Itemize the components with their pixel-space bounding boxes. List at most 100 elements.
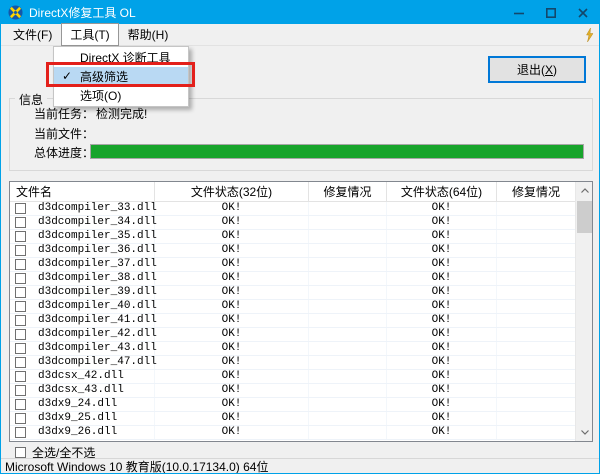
file-name: d3dcompiler_40.dll [38,300,157,312]
status-64bit: OK! [387,426,497,439]
fix-32bit [309,412,387,425]
status-64bit: OK! [387,216,497,229]
status-32bit: OK! [155,398,309,411]
row-checkbox[interactable] [15,357,26,368]
row-checkbox[interactable] [15,371,26,382]
window-controls [503,1,599,24]
scrollbar-down-button[interactable] [576,424,593,441]
status-64bit: OK! [387,412,497,425]
row-checkbox[interactable] [15,399,26,410]
row-checkbox[interactable] [15,413,26,424]
table-row[interactable]: d3dcsx_42.dll OK! OK! [10,370,575,384]
menu-bar: 文件(F) 工具(T) 帮助(H) [1,23,599,46]
file-table-body: d3dcompiler_33.dll OK! OK! d3dcompiler_3… [10,202,575,440]
row-checkbox[interactable] [15,273,26,284]
file-name: d3dx9_24.dll [38,398,118,410]
table-row[interactable]: d3dx9_24.dll OK! OK! [10,398,575,412]
donate-icon[interactable] [584,27,595,43]
file-name: d3dx9_26.dll [38,426,118,438]
table-row[interactable]: d3dcompiler_36.dll OK! OK! [10,244,575,258]
table-row[interactable]: d3dx9_26.dll OK! OK! [10,426,575,440]
status-32bit: OK! [155,384,309,397]
status-32bit: OK! [155,272,309,285]
row-checkbox[interactable] [15,245,26,256]
menu-item-options[interactable]: 选项(O) [54,86,188,105]
menu-tools[interactable]: 工具(T) [61,23,119,46]
menu-item-advanced-filter[interactable]: ✓ 高级筛选 [54,67,188,86]
current-task-value: 检测完成! [96,106,148,121]
file-name: d3dcompiler_38.dll [38,272,157,284]
table-row[interactable]: d3dx9_25.dll OK! OK! [10,412,575,426]
col-header-fix64[interactable]: 修复情况 [497,182,575,201]
status-64bit: OK! [387,230,497,243]
menu-help[interactable]: 帮助(H) [119,23,178,46]
row-checkbox[interactable] [15,329,26,340]
table-row[interactable]: d3dcompiler_41.dll OK! OK! [10,314,575,328]
row-checkbox[interactable] [15,315,26,326]
table-row[interactable]: d3dcompiler_35.dll OK! OK! [10,230,575,244]
fix-64bit [497,230,575,243]
status-32bit: OK! [155,370,309,383]
row-checkbox[interactable] [15,259,26,270]
table-row[interactable]: d3dcompiler_47.dll OK! OK! [10,356,575,370]
status-64bit: OK! [387,370,497,383]
status-64bit: OK! [387,356,497,369]
table-row[interactable]: d3dcompiler_34.dll OK! OK! [10,216,575,230]
close-icon [578,7,588,18]
row-checkbox[interactable] [15,217,26,228]
row-checkbox[interactable] [15,287,26,298]
col-header-filename[interactable]: 文件名 [10,182,155,201]
table-row[interactable]: d3dcompiler_43.dll OK! OK! [10,342,575,356]
fix-32bit [309,258,387,271]
fix-32bit [309,426,387,439]
col-header-status64[interactable]: 文件状态(64位) [387,182,497,201]
fix-64bit [497,300,575,313]
fix-64bit [497,398,575,411]
titlebar[interactable]: DirectX修复工具 OL [1,1,599,24]
col-header-status32[interactable]: 文件状态(32位) [155,182,309,201]
status-64bit: OK! [387,202,497,215]
progress-fill [91,145,583,158]
fix-64bit [497,356,575,369]
table-row[interactable]: d3dcompiler_37.dll OK! OK! [10,258,575,272]
row-checkbox[interactable] [15,231,26,242]
row-checkbox[interactable] [15,203,26,214]
row-checkbox[interactable] [15,343,26,354]
table-scrollbar[interactable] [575,182,592,441]
table-row[interactable]: d3dcompiler_33.dll OK! OK! [10,202,575,216]
status-32bit: OK! [155,356,309,369]
menu-item-dxdiag[interactable]: DirectX 诊断工具 [54,48,188,67]
col-header-fix32[interactable]: 修复情况 [309,182,387,201]
minimize-button[interactable] [503,1,535,24]
file-name: d3dcompiler_39.dll [38,286,157,298]
fix-32bit [309,286,387,299]
file-name: d3dcsx_42.dll [38,370,124,382]
fix-64bit [497,342,575,355]
fix-32bit [309,300,387,313]
row-checkbox[interactable] [15,427,26,438]
scrollbar-up-button[interactable] [576,182,593,199]
fix-64bit [497,370,575,383]
exit-button[interactable]: 退出(X) [488,56,586,83]
row-checkbox[interactable] [15,301,26,312]
fix-32bit [309,216,387,229]
status-32bit: OK! [155,426,309,439]
window-title: DirectX修复工具 OL [29,6,136,20]
maximize-button[interactable] [535,1,567,24]
fix-64bit [497,258,575,271]
close-button[interactable] [567,1,599,24]
table-row[interactable]: d3dcompiler_39.dll OK! OK! [10,286,575,300]
status-32bit: OK! [155,328,309,341]
row-checkbox[interactable] [15,385,26,396]
fix-32bit [309,272,387,285]
table-row[interactable]: d3dcompiler_42.dll OK! OK! [10,328,575,342]
fix-32bit [309,384,387,397]
select-all-checkbox[interactable] [15,447,26,458]
status-64bit: OK! [387,300,497,313]
table-row[interactable]: d3dcsx_43.dll OK! OK! [10,384,575,398]
app-icon [8,5,23,20]
scrollbar-thumb[interactable] [577,201,592,233]
table-row[interactable]: d3dcompiler_38.dll OK! OK! [10,272,575,286]
table-row[interactable]: d3dcompiler_40.dll OK! OK! [10,300,575,314]
menu-file[interactable]: 文件(F) [4,23,61,46]
